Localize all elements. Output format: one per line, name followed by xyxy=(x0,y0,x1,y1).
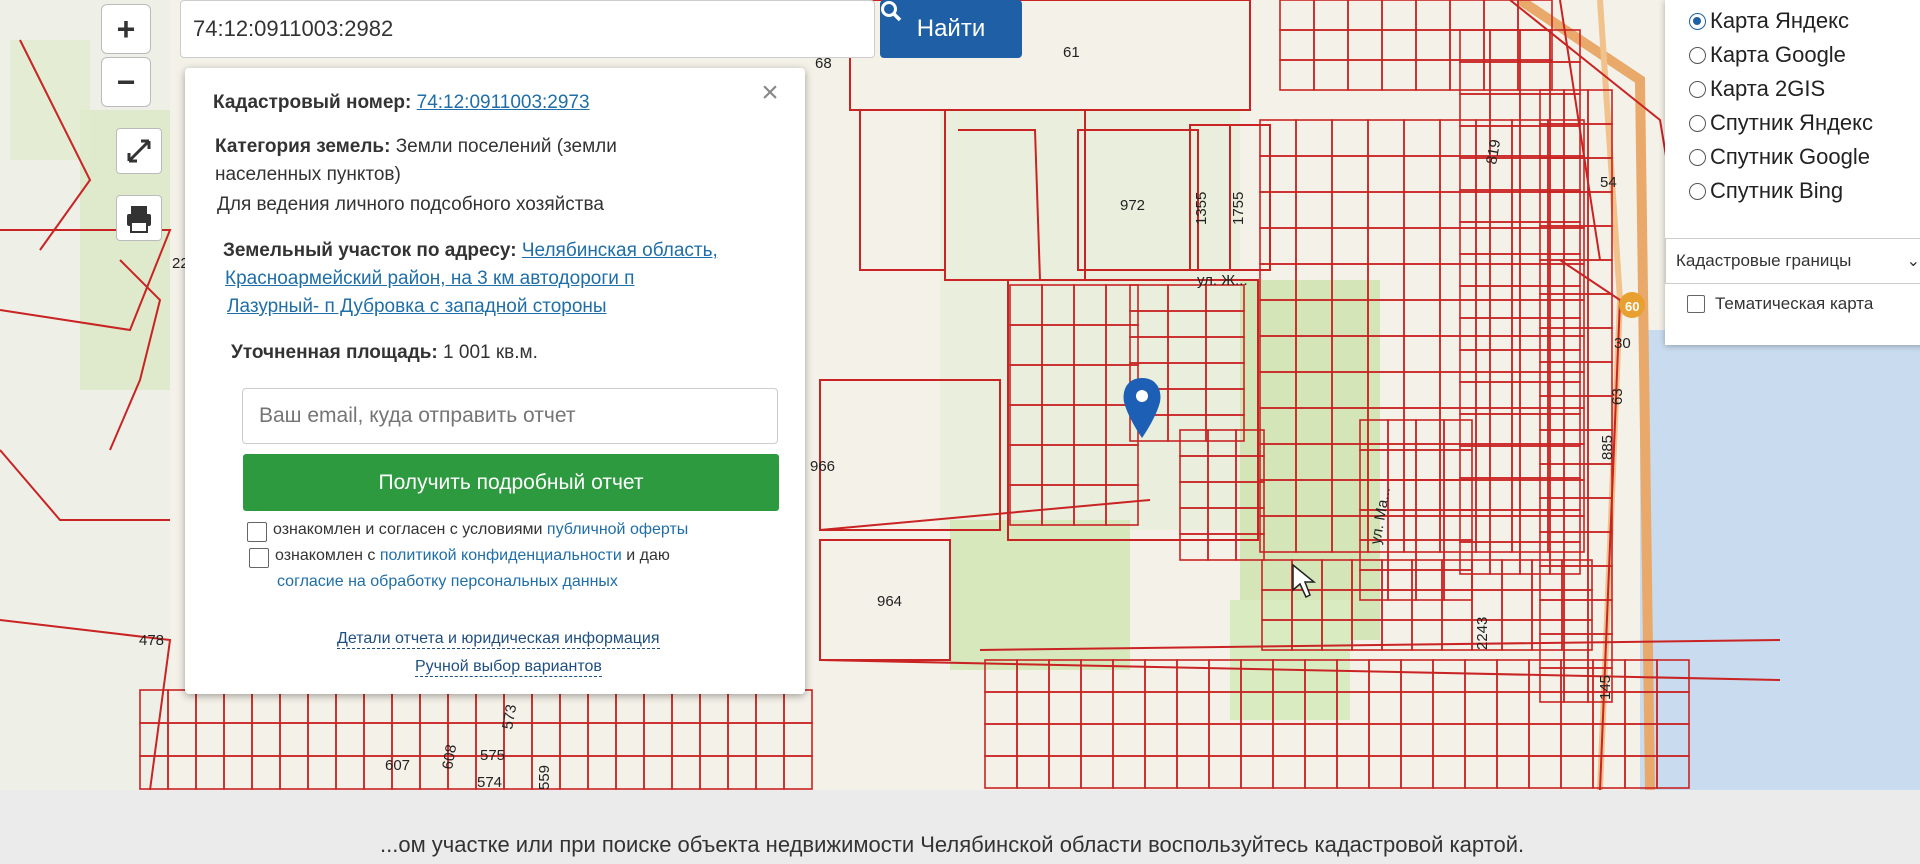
map-label: 54 xyxy=(1600,174,1617,191)
map-label: 964 xyxy=(877,593,902,610)
radio-button[interactable] xyxy=(1689,114,1706,132)
privacy-consent-checkbox[interactable] xyxy=(249,548,269,568)
report-details-link[interactable]: Детали отчета и юридическая информация xyxy=(337,630,660,649)
search-button[interactable]: Найти xyxy=(880,0,1022,58)
personal-data-link[interactable]: согласие на обработку персональных данны… xyxy=(277,570,618,594)
area-value: 1 001 кв.м. xyxy=(443,342,538,363)
map-label: 574 xyxy=(477,774,502,790)
privacy-consent-text: ознакомлен с политикой конфиденциальност… xyxy=(275,544,670,568)
layer-option[interactable]: Карта Google xyxy=(1689,42,1846,68)
address-row: Земельный участок по адресу: Челябинская… xyxy=(223,238,718,264)
area-label: Уточненная площадь: xyxy=(231,342,438,363)
search-button-label: Найти xyxy=(916,15,986,42)
radio-button[interactable] xyxy=(1689,148,1706,166)
parcel-info-popup: × Кадастровый номер: 74:12:0911003:2973 … xyxy=(185,68,805,694)
manual-selection-link[interactable]: Ручной выбор вариантов xyxy=(415,658,602,677)
map-label: 885 xyxy=(1599,435,1616,460)
layer-option[interactable]: Спутник Bing xyxy=(1689,178,1843,204)
radio-button[interactable] xyxy=(1689,46,1706,64)
thematic-map-toggle[interactable]: Тематическая карта xyxy=(1687,294,1873,314)
layer-option[interactable]: Карта Яндекс xyxy=(1689,8,1849,34)
map-label: 30 xyxy=(1614,335,1631,352)
map-label: ул. Ж... xyxy=(1197,272,1248,289)
cadastral-label: Кадастровый номер: xyxy=(213,92,412,113)
print-button[interactable] xyxy=(116,195,162,241)
offer-consent-checkbox[interactable] xyxy=(247,522,267,542)
get-report-button[interactable]: Получить подробный отчет xyxy=(243,454,779,511)
select-value: Кадастровые границы xyxy=(1676,251,1852,270)
layer-option[interactable]: Спутник Google xyxy=(1689,144,1870,170)
map-layers-panel: Карта Яндекс Карта Google Карта 2GIS Спутни… xyxy=(1665,0,1920,345)
map-label: 972 xyxy=(1120,197,1145,214)
area-row: Уточненная площадь: 1 001 кв.м. xyxy=(231,340,538,366)
radio-button[interactable] xyxy=(1689,80,1706,98)
map-label: 607 xyxy=(385,757,410,774)
print-icon xyxy=(127,206,151,233)
layer-option-label: Спутник Google xyxy=(1710,144,1870,169)
chevron-down-icon: ⌄ xyxy=(1906,253,1920,270)
fullscreen-button[interactable] xyxy=(116,128,162,174)
layer-option[interactable]: Спутник Яндекс xyxy=(1689,110,1873,136)
map-label: 63 xyxy=(1609,388,1626,405)
category-label: Категория земель: xyxy=(215,136,391,157)
category-row: Категория земель: Земли поселений (земли xyxy=(215,134,617,160)
consent-text: ознакомлен и согласен с условиями xyxy=(273,521,543,538)
map-label: 966 xyxy=(810,458,835,475)
address-label: Земельный участок по адресу: xyxy=(223,240,517,261)
layer-option-label: Карта 2GIS xyxy=(1710,76,1826,101)
thematic-checkbox[interactable] xyxy=(1687,295,1705,313)
close-icon[interactable]: × xyxy=(755,78,785,108)
thematic-label: Тематическая карта xyxy=(1715,294,1874,313)
search-icon xyxy=(881,1,902,22)
zoom-in-label: + xyxy=(116,10,136,47)
layer-option[interactable]: Карта 2GIS xyxy=(1689,76,1825,102)
category-value-line2: населенных пунктов) xyxy=(215,164,401,185)
map-label: 575 xyxy=(480,747,505,764)
cadastral-map[interactable]: 61 972 1355 1755 966 964 227 478 2243 88… xyxy=(0,0,1920,790)
zoom-in-button[interactable]: + xyxy=(101,4,151,54)
page-description-text: ...ом участке или при поиске объекта нед… xyxy=(380,832,1525,857)
map-label: 559 xyxy=(536,765,553,790)
map-label: 61 xyxy=(1063,44,1080,61)
expand-icon xyxy=(127,139,151,163)
radio-button[interactable] xyxy=(1689,12,1706,30)
consent-text: и даю xyxy=(626,547,670,564)
usage-text: Для ведения личного подсобного хозяйства xyxy=(217,194,604,215)
route-badge-label: 60 xyxy=(1625,299,1639,314)
map-label: 145 xyxy=(1597,675,1614,700)
address-link[interactable]: Челябинская область, xyxy=(522,240,718,261)
cadastral-layer-select[interactable]: Кадастровые границы ⌄ xyxy=(1665,238,1920,284)
search-input[interactable] xyxy=(180,0,875,58)
privacy-link[interactable]: политикой конфиденциальности xyxy=(380,547,622,564)
email-field[interactable] xyxy=(242,388,778,444)
get-report-label: Получить подробный отчет xyxy=(378,470,644,494)
map-label: 1355 xyxy=(1193,192,1210,225)
map-label: 1755 xyxy=(1230,192,1247,225)
consent-text: ознакомлен с xyxy=(275,547,376,564)
radio-button[interactable] xyxy=(1689,182,1706,200)
cadastral-row: Кадастровый номер: 74:12:0911003:2973 xyxy=(213,90,590,116)
zoom-out-button[interactable]: − xyxy=(101,57,151,107)
map-label: 2243 xyxy=(1474,617,1491,650)
layer-option-label: Карта Яндекс xyxy=(1710,8,1849,33)
zoom-out-label: − xyxy=(116,63,136,100)
offer-consent-text: ознакомлен и согласен с условиями публич… xyxy=(273,518,688,542)
category-value: Земли поселений (земли xyxy=(395,136,617,157)
address-link-line2[interactable]: Красноармейский район, на 3 км автодорог… xyxy=(225,266,634,292)
cadastral-number-link[interactable]: 74:12:0911003:2973 xyxy=(417,92,590,113)
layer-option-label: Спутник Bing xyxy=(1710,178,1844,203)
offer-link[interactable]: публичной оферты xyxy=(547,521,688,538)
layer-option-label: Спутник Яндекс xyxy=(1710,110,1874,135)
address-link-line3[interactable]: Лазурный- п Дубровка с западной стороны xyxy=(227,294,607,320)
layer-option-label: Карта Google xyxy=(1710,42,1846,67)
map-label: 478 xyxy=(139,632,164,649)
